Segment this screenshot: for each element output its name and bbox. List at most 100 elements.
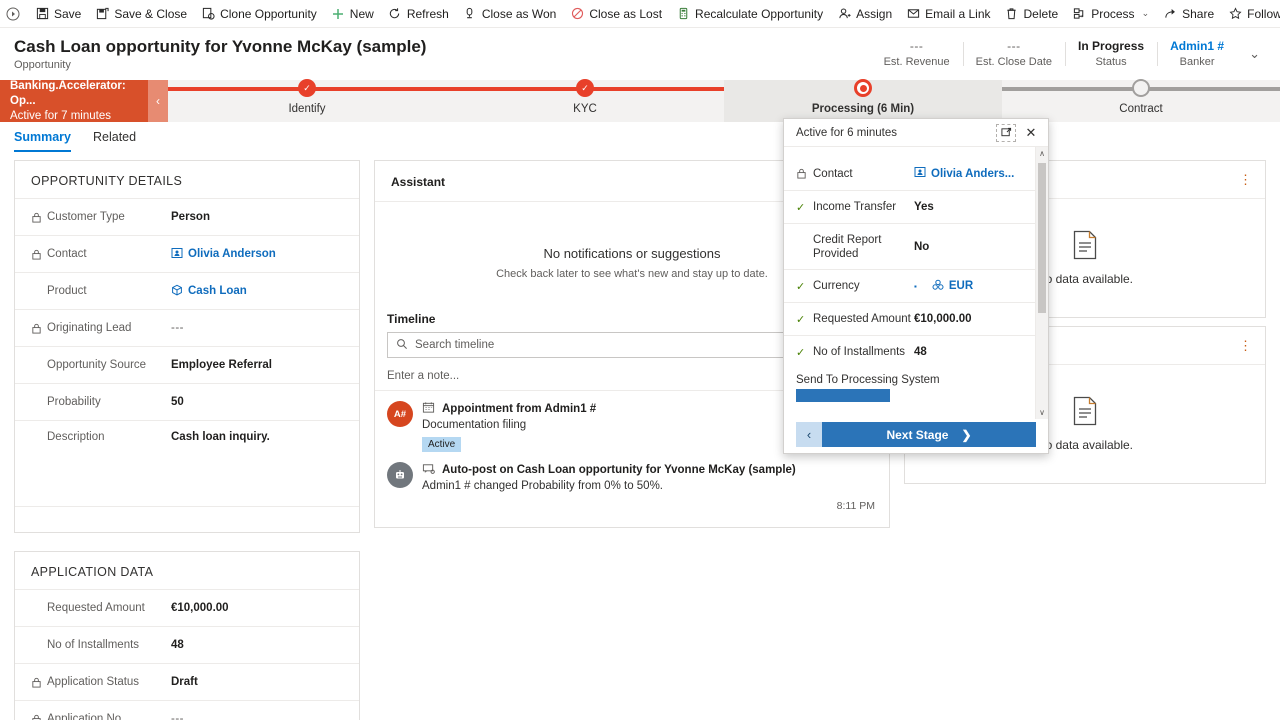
process-stage-processing[interactable]: Processing (6 Min) [724,79,1002,122]
timeline-entry-badge: Active [422,437,462,452]
stage-field-label: Credit Report Provided [813,233,882,260]
document-icon [1071,396,1099,429]
scroll-down-icon[interactable]: ∨ [1036,406,1048,419]
stage-field-value[interactable]: ▪ EUR [914,279,973,294]
share-icon [1163,7,1177,21]
process-name-block[interactable]: Banking.Accelerator: Op... Active for 7 … [0,80,148,122]
pin-open-icon[interactable] [996,123,1016,142]
close-icon[interactable]: ✕ [1022,125,1040,141]
email-a-link-button[interactable]: Email a Link [899,1,997,27]
stage-action-label: Send To Processing System [796,374,940,386]
field-label-text: Description [47,431,105,443]
banker-value[interactable]: Admin1 # [1170,38,1224,54]
stage-field-label-text: No of Installments [813,346,906,358]
recalculate-opportunity-button[interactable]: Recalculate Opportunity [669,1,830,27]
refresh-button[interactable]: Refresh [381,1,456,27]
tab-summary[interactable]: Summary [14,130,71,152]
field-value: €10,000.00 [171,602,229,614]
stage-contact-name: Olivia Anders... [931,167,1015,180]
share-label: Share [1182,6,1215,21]
field-value[interactable]: Olivia Anderson [171,247,276,262]
command-bar: Save Save & Close Clone Opportunity New [0,0,1280,28]
save-button[interactable]: Save [28,1,88,27]
field-label: Application No [31,713,171,720]
field-originating-lead[interactable]: Originating Lead --- [15,309,359,346]
product-box-icon [171,284,183,299]
stage-complete-check-icon: ✓ [576,79,594,97]
process-stage-identify[interactable]: ✓ Identify [168,79,446,122]
star-icon [1228,7,1242,21]
next-stage-button[interactable]: Next Stage ❯ [822,422,1036,447]
share-button[interactable]: Share [1156,1,1221,27]
field-opportunity-source[interactable]: Opportunity Source Employee Referral [15,346,359,383]
tab-related[interactable]: Related [93,130,136,152]
check-icon: ✓ [796,313,806,326]
field-probability[interactable]: Probability 50 [15,383,359,420]
header-stat-banker[interactable]: Admin1 # Banker [1157,38,1237,70]
stage-field-no-of-installments[interactable]: ✓ No of Installments 48 [784,335,1035,368]
field-customer-type[interactable]: Customer Type Person [15,198,359,235]
follow-button[interactable]: Follow [1221,1,1280,27]
field-value[interactable]: Cash Loan [171,284,247,299]
timeline-entry-autopost[interactable]: Auto-post on Cash Loan opportunity for Y… [375,452,889,492]
recent-items-icon[interactable] [6,7,20,21]
assign-button[interactable]: Assign [830,1,899,27]
process-stage-kyc[interactable]: ✓ KYC [446,79,724,122]
stage-action-button[interactable] [796,389,890,402]
refresh-label: Refresh [406,6,449,21]
currency-code: EUR [948,280,974,292]
previous-stage-button[interactable]: ‹ [796,422,822,447]
lock-icon [31,249,42,260]
field-value: Employee Referral [171,359,272,371]
stage-field-contact[interactable]: Contact Olivia Anders... [784,157,1035,190]
stage-field-label-text: Currency [813,280,860,292]
field-description[interactable]: Description Cash loan inquiry. [15,420,359,506]
stage-flyout-scroll-area: Contact Olivia Anders... ✓ Income Transf… [784,147,1048,419]
right-card-two-kebab-button[interactable]: ⋮ [1239,339,1253,352]
field-indent-spacer [31,432,42,443]
scroll-up-icon[interactable]: ∧ [1036,147,1048,160]
field-contact[interactable]: Contact Olivia Anderson [15,235,359,272]
process-collapse-button[interactable]: ‹ [148,80,168,122]
stage-future-dot-icon [1132,79,1150,97]
stage-field-value: €10,000.00 [914,313,972,325]
process-button[interactable]: Process ⌄ [1065,1,1156,27]
field-label-text: Application Status [47,676,140,688]
field-value: 50 [171,396,184,408]
recalculate-opportunity-label: Recalculate Opportunity [695,6,824,21]
close-as-won-button[interactable]: Close as Won [456,1,563,27]
field-application-status[interactable]: Application Status Draft [15,663,359,700]
stage-field-income-transfer[interactable]: ✓ Income Transfer Yes [784,190,1035,223]
stage-field-credit-report-provided[interactable]: Credit Report Provided No [784,223,1035,269]
stage-field-requested-amount[interactable]: ✓ Requested Amount €10,000.00 [784,302,1035,335]
stage-field-currency[interactable]: ✓ Currency ▪ EUR [784,269,1035,302]
process-active-duration: Active for 7 minutes [10,109,111,122]
delete-button[interactable]: Delete [998,1,1066,27]
save-and-close-button[interactable]: Save & Close [88,1,194,27]
stage-flyout-scrollbar[interactable]: ∧ ∨ [1035,147,1048,419]
right-card-one-kebab-button[interactable]: ⋮ [1239,173,1253,186]
field-label-text: Application No [47,713,122,720]
stage-field-label: ✓ Requested Amount [796,313,914,326]
plus-icon [331,7,345,21]
header-expand-chevron-icon[interactable]: ⌄ [1237,46,1266,62]
scrollbar-thumb[interactable] [1038,163,1046,313]
est-revenue-label: Est. Revenue [883,56,950,68]
email-icon [906,7,920,21]
field-product[interactable]: Product Cash Loan [15,272,359,309]
field-application-no[interactable]: Application No --- [15,700,359,720]
clone-opportunity-button[interactable]: Clone Opportunity [194,1,324,27]
field-requested-amount[interactable]: Requested Amount €10,000.00 [15,589,359,626]
process-stage-contract[interactable]: Contract [1002,79,1280,122]
check-icon: ✓ [796,346,806,359]
stage-action-send-to-processing-system[interactable]: Send To Processing System [784,368,1035,402]
appointment-icon [422,401,435,417]
field-no-of-installments[interactable]: No of Installments 48 [15,626,359,663]
new-button[interactable]: New [324,1,381,27]
application-data-card: Application Data Requested Amount €10,00… [14,551,360,720]
field-label: Description [31,431,171,443]
close-as-lost-button[interactable]: Close as Lost [563,1,669,27]
trophy-icon [463,7,477,21]
delete-label: Delete [1023,6,1059,21]
stage-field-value[interactable]: Olivia Anders... [914,166,1014,181]
